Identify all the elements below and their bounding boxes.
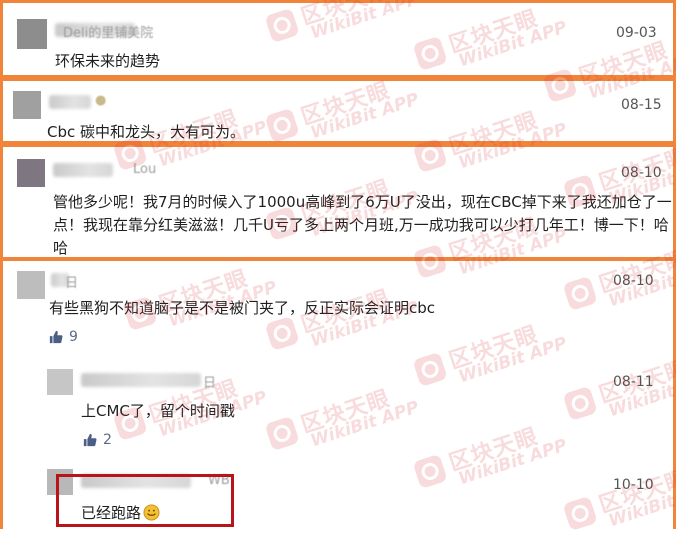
highlight-box xyxy=(56,474,234,527)
username-fragment: 日 xyxy=(203,376,217,391)
like-button[interactable]: 2 xyxy=(83,432,112,448)
like-count: 9 xyxy=(69,329,78,345)
thumbs-up-icon xyxy=(49,330,63,344)
badge-icon: ● xyxy=(95,93,107,108)
comment-text: 环保未来的趋势 xyxy=(55,52,161,70)
comment-card: ● 08-15 Cbc 碳中和龙头，大有可为。 xyxy=(0,78,676,144)
username-blurred xyxy=(49,95,91,109)
comment-text: 管他多少呢！我7月的时候入了1000u高峰到了6万U了没出，现在CBC掉下来了我… xyxy=(53,193,672,257)
comment-text: 有些黑狗不知道脑子是不是被门夹了，反正实际会证明cbc xyxy=(49,299,436,317)
reply-date: 10-10 xyxy=(613,477,654,493)
comment-card: Lou 08-10 管他多少呢！我7月的时候入了1000u高峰到了6万U了没出，… xyxy=(0,144,676,260)
comment-card: Deli的里铺美院 09-03 环保未来的趋势 xyxy=(0,0,676,78)
avatar xyxy=(13,91,41,119)
comment-date: 09-03 xyxy=(616,25,657,41)
avatar xyxy=(17,271,45,299)
comment-date: 08-10 xyxy=(621,165,662,181)
like-count: 2 xyxy=(103,432,112,448)
username-fragment: Deli的里铺美院 xyxy=(63,26,154,41)
avatar xyxy=(47,369,73,395)
username-fragment: Lou xyxy=(133,162,157,177)
comment-date: 08-10 xyxy=(613,273,654,289)
comment-text: Cbc 碳中和龙头，大有可为。 xyxy=(47,123,246,141)
comment-date: 08-15 xyxy=(621,97,662,113)
like-button[interactable]: 9 xyxy=(49,329,78,345)
avatar xyxy=(17,159,45,187)
username-fragment: 日 xyxy=(65,276,79,291)
username-blurred xyxy=(53,163,113,177)
username-blurred xyxy=(81,373,201,387)
thumbs-up-icon xyxy=(83,433,97,447)
reply-date: 08-11 xyxy=(613,374,654,390)
reply-text: 上CMC了，留个时间戳 xyxy=(81,402,235,420)
avatar xyxy=(17,19,47,49)
